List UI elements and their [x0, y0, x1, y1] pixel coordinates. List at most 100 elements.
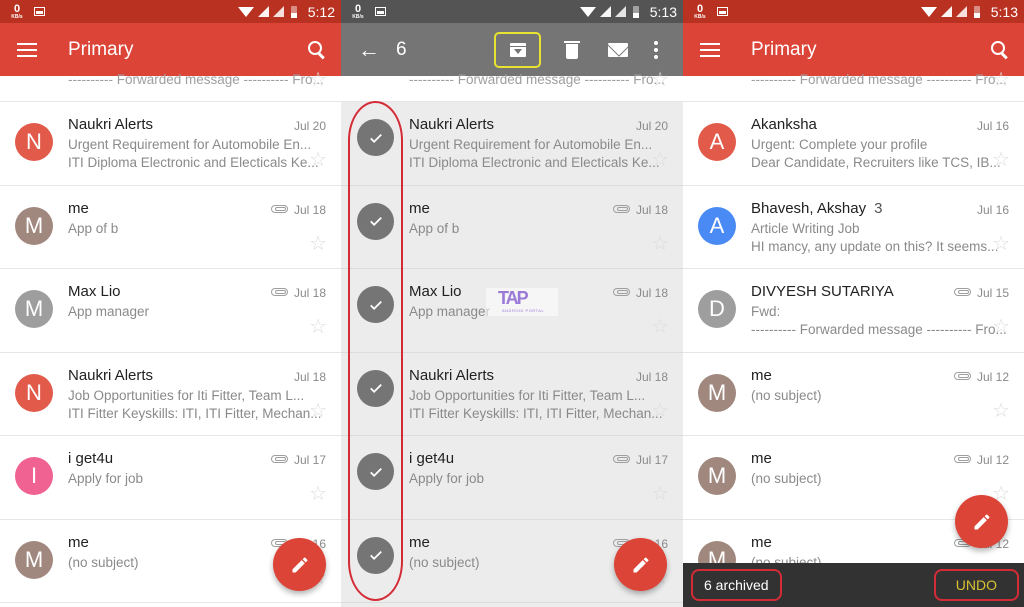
email-snippet: ITI Diploma Electronic and Electicals Ke…	[68, 155, 319, 170]
email-list-item[interactable]: N Naukri Alerts Jul 18 Job Opportunities fo…	[0, 353, 341, 436]
email-list-item[interactable]: me Jul 18 App of b ☆	[341, 186, 683, 269]
star-icon[interactable]: ☆	[651, 484, 669, 504]
star-icon[interactable]: ☆	[651, 234, 669, 254]
sender-name: me	[751, 533, 772, 551]
compose-button[interactable]	[955, 495, 1008, 548]
battery-icon	[632, 5, 639, 18]
list-item-partial[interactable]: ---------- Forwarded message ---------- …	[0, 70, 341, 102]
wifi-icon	[237, 6, 254, 17]
email-date: Jul 20	[293, 119, 326, 133]
email-list-item[interactable]: A Bhavesh, Akshay 3 Jul 16 Article Writing J…	[683, 186, 1024, 269]
list-item-partial[interactable]: ---------- Forwarded message ---------- …	[683, 70, 1024, 102]
email-list-item[interactable]: i get4u Jul 17 Apply for job ☆	[341, 436, 683, 520]
email-date: Jul 16	[976, 202, 1009, 217]
avatar[interactable]: D	[698, 290, 736, 328]
screen-inbox-before: 0 KB/s 5:12 Primary ---------- Forwarded…	[0, 0, 341, 607]
email-list-item[interactable]: D DIVYESH SUTARIYA Jul 15 Fwd: ---------- Fo…	[683, 269, 1024, 353]
email-subject: Job Opportunities for Iti Fitter, Team L…	[68, 387, 305, 403]
list-item-partial[interactable]: ---------- Forwarded message ---------- …	[341, 70, 683, 102]
selected-check-icon[interactable]	[357, 453, 394, 490]
attachment-icon	[954, 371, 971, 380]
email-date: Jul 20	[635, 119, 668, 133]
clock: 5:13	[990, 3, 1018, 20]
avatar[interactable]: A	[698, 206, 736, 245]
sender-name: Naukri Alerts	[409, 366, 495, 384]
star-icon[interactable]: ☆	[992, 317, 1010, 337]
avatar[interactable]: M	[15, 206, 53, 245]
search-icon[interactable]	[307, 40, 327, 60]
star-icon[interactable]: ☆	[309, 484, 327, 504]
arrow-back-icon[interactable]: ←	[358, 38, 380, 61]
avatar[interactable]: M	[15, 290, 53, 328]
hamburger-menu-icon[interactable]	[700, 42, 720, 57]
star-icon[interactable]: ☆	[992, 401, 1010, 421]
email-list-item[interactable]: A Akanksha Jul 16 Urgent: Complete your pro…	[683, 102, 1024, 186]
selected-check-icon[interactable]	[357, 286, 394, 323]
email-date: Jul 18	[293, 202, 326, 217]
email-snippet: ITI Fitter Keyskills: ITI, ITI Fitter, M…	[409, 405, 663, 421]
avatar[interactable]: A	[698, 123, 736, 161]
star-icon[interactable]: ☆	[651, 317, 669, 337]
selected-check-icon[interactable]	[357, 369, 394, 407]
sender-name: Naukri Alerts	[68, 366, 154, 384]
thread-count: 3	[874, 199, 883, 217]
selected-check-icon[interactable]	[357, 202, 394, 240]
more-options-button[interactable]	[641, 33, 671, 67]
delete-button[interactable]	[549, 33, 595, 67]
sender-name: Max Lio	[409, 283, 462, 300]
email-subject: Apply for job	[68, 471, 144, 486]
status-bar: 0 KB/s 5:13	[683, 0, 1024, 23]
email-list-item[interactable]: Ii get4u Jul 17 Apply for job ☆	[0, 436, 341, 520]
email-list-item[interactable]: Naukri Alerts Jul 18 Job Opportunities for…	[341, 353, 683, 436]
email-list: ---------- Forwarded message ---------- …	[0, 70, 341, 607]
attachment-icon	[954, 455, 971, 463]
network-speed-indicator: 0 KB/s	[352, 2, 364, 20]
attachment-icon	[271, 204, 288, 213]
archive-button[interactable]	[494, 31, 541, 68]
email-subject: App of b	[409, 220, 460, 236]
avatar[interactable]: N	[15, 373, 53, 412]
star-icon[interactable]: ☆	[309, 234, 327, 254]
avatar[interactable]: M	[15, 540, 53, 579]
sender-name: i get4u	[68, 450, 114, 467]
star-icon[interactable]: ☆	[651, 401, 669, 421]
image-notification-icon	[717, 7, 728, 16]
star-icon[interactable]: ☆	[992, 234, 1010, 254]
star-icon[interactable]: ☆	[992, 150, 1010, 170]
email-date: Jul 12	[976, 453, 1009, 467]
star-icon[interactable]: ☆	[309, 70, 327, 90]
star-icon[interactable]: ☆	[309, 401, 327, 421]
selected-check-icon[interactable]	[357, 536, 394, 574]
page-title: Primary	[68, 38, 134, 60]
email-list: ---------- Forwarded message ---------- …	[341, 70, 683, 607]
star-icon[interactable]: ☆	[651, 150, 669, 170]
star-icon[interactable]: ☆	[309, 317, 327, 337]
search-icon[interactable]	[990, 40, 1010, 60]
email-subject: (no subject)	[68, 554, 139, 570]
avatar[interactable]: I	[15, 457, 53, 495]
avatar[interactable]: M	[698, 457, 736, 495]
snackbar: 6 archived UNDO	[683, 563, 1024, 607]
hamburger-menu-icon[interactable]	[17, 42, 37, 57]
undo-button[interactable]: UNDO	[933, 569, 1019, 601]
email-list-item[interactable]: Mme Jul 18 App of b ☆	[0, 186, 341, 269]
network-speed-indicator: 0 KB/s	[694, 2, 706, 20]
wifi-icon	[579, 6, 596, 17]
mark-unread-button[interactable]	[595, 33, 641, 67]
wifi-icon	[920, 6, 937, 17]
email-list-item[interactable]: Mme Jul 12 (no subject) ☆	[683, 353, 1024, 436]
compose-button[interactable]	[614, 538, 667, 591]
email-list-item[interactable]: Naukri Alerts Jul 20 Urgent Requirement fo…	[341, 102, 683, 186]
network-speed-indicator: 0 KB/s	[11, 2, 23, 20]
clock: 5:12	[307, 3, 335, 20]
avatar[interactable]: M	[698, 373, 736, 412]
selected-check-icon[interactable]	[357, 119, 394, 156]
email-list-item[interactable]: M Max Lio Jul 18 App manager ☆	[0, 269, 341, 353]
avatar[interactable]: N	[15, 123, 53, 161]
email-list-item[interactable]: N Naukri Alerts Jul 20 Urgent Requirement f…	[0, 102, 341, 186]
compose-button[interactable]	[273, 538, 326, 591]
email-snippet: Dear Candidate, Recruiters like TCS, IB.…	[751, 155, 1001, 170]
star-icon[interactable]: ☆	[992, 70, 1010, 90]
star-icon[interactable]: ☆	[651, 70, 669, 90]
star-icon[interactable]: ☆	[309, 150, 327, 170]
